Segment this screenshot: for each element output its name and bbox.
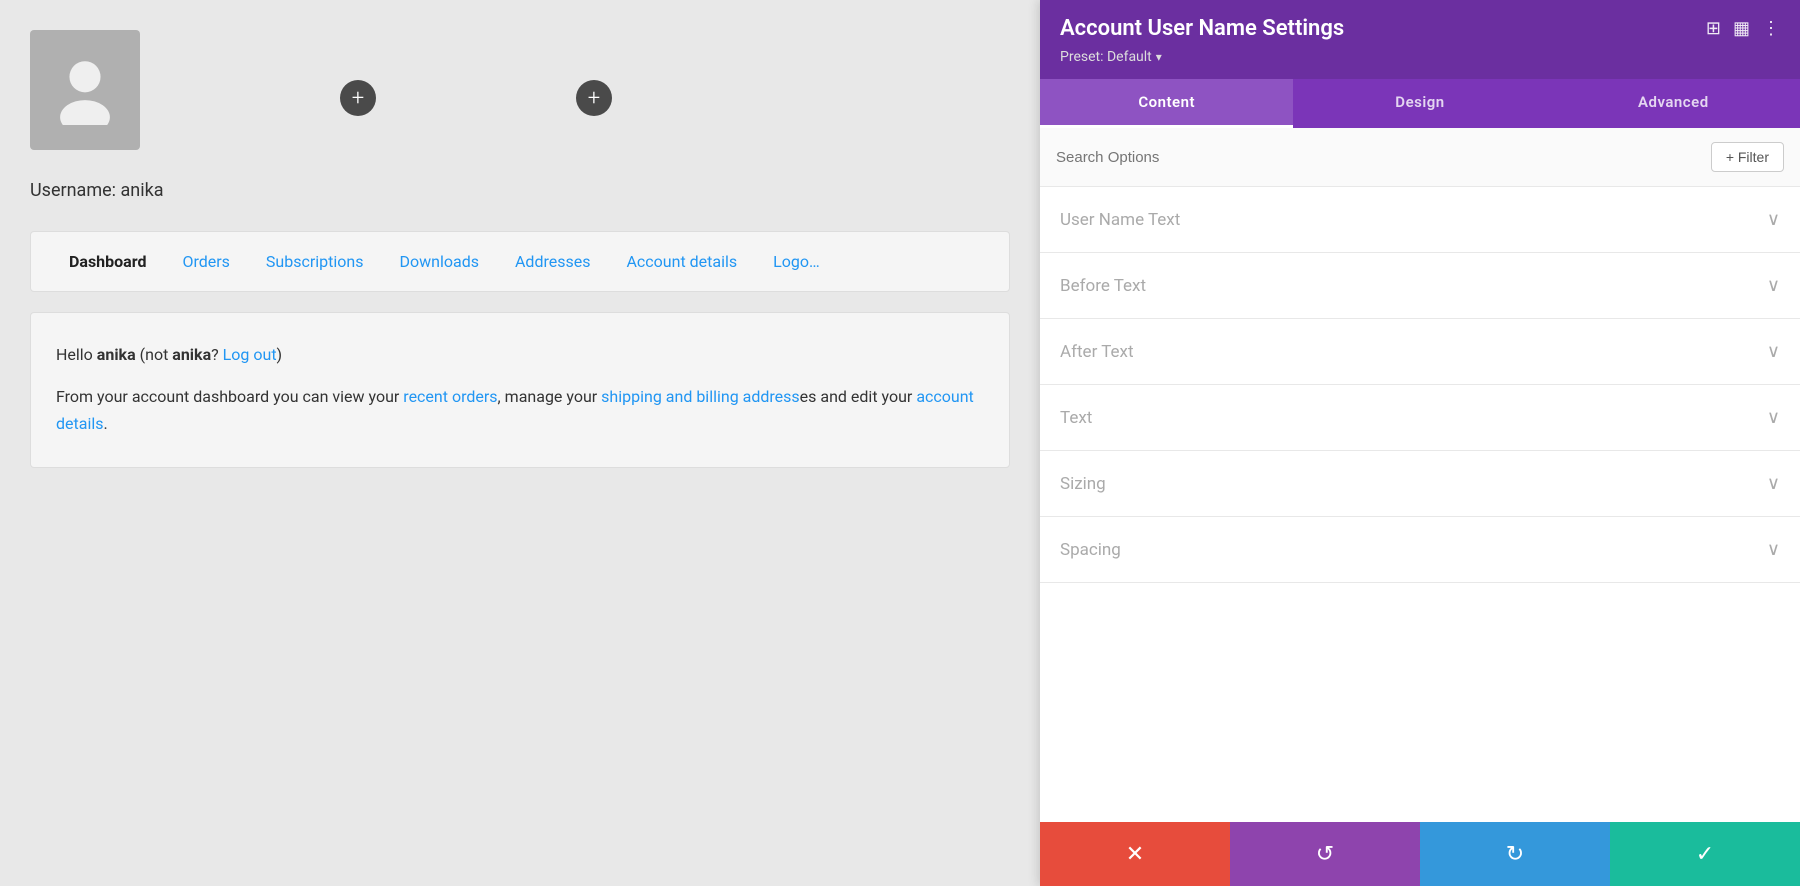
- account-nav: Dashboard Orders Subscriptions Downloads…: [30, 231, 1010, 292]
- search-input[interactable]: [1056, 149, 1256, 166]
- panel-title: Account User Name Settings: [1060, 16, 1344, 41]
- logout-link[interactable]: Log out: [223, 345, 277, 364]
- save-button[interactable]: ✓: [1610, 822, 1800, 886]
- search-bar: + Filter: [1040, 128, 1800, 187]
- tab-subscriptions[interactable]: Subscriptions: [248, 232, 382, 291]
- preset-arrow: ▾: [1156, 50, 1162, 64]
- undo-button[interactable]: ↺: [1230, 822, 1420, 886]
- username-bold-2: anika: [172, 345, 211, 364]
- chevron-user-name-text: ∨: [1767, 209, 1780, 230]
- preset-selector[interactable]: Preset: Default ▾: [1060, 49, 1780, 65]
- accordion-sizing[interactable]: Sizing ∨: [1040, 451, 1800, 517]
- chevron-before-text: ∨: [1767, 275, 1780, 296]
- accordion-label-before-text: Before Text: [1060, 276, 1146, 296]
- panel-header: Account User Name Settings ⊞ ▦ ⋮ Preset:…: [1040, 0, 1800, 79]
- chevron-spacing: ∨: [1767, 539, 1780, 560]
- accordion-label-text: Text: [1060, 408, 1092, 428]
- more-options-icon[interactable]: ⋮: [1762, 18, 1780, 39]
- accordion-after-text[interactable]: After Text ∨: [1040, 319, 1800, 385]
- username-bold-1: anika: [97, 345, 136, 364]
- accordion-user-name-text[interactable]: User Name Text ∨: [1040, 187, 1800, 253]
- filter-button[interactable]: + Filter: [1711, 142, 1784, 172]
- account-details-link[interactable]: account details: [56, 387, 974, 433]
- cancel-button[interactable]: ✕: [1040, 822, 1230, 886]
- preset-label: Preset: Default: [1060, 49, 1152, 65]
- avatar: [30, 30, 140, 150]
- tab-design[interactable]: Design: [1293, 79, 1546, 128]
- tab-orders[interactable]: Orders: [164, 232, 247, 291]
- username-label: Username: anika: [0, 170, 1040, 221]
- panel-tabs: Content Design Advanced: [1040, 79, 1800, 128]
- tab-logout[interactable]: Logo…: [755, 232, 838, 291]
- resize-icon[interactable]: ⊞: [1706, 18, 1721, 39]
- accordion-spacing[interactable]: Spacing ∨: [1040, 517, 1800, 583]
- tab-dashboard[interactable]: Dashboard: [51, 232, 164, 291]
- address-link[interactable]: shipping and billing address: [601, 387, 800, 406]
- tab-account-details[interactable]: Account details: [608, 232, 755, 291]
- accordion-list: User Name Text ∨ Before Text ∨ After Tex…: [1040, 187, 1800, 822]
- tab-content[interactable]: Content: [1040, 79, 1293, 128]
- welcome-greeting: Hello anika (not anika? Log out): [56, 343, 984, 367]
- accordion-label-after-text: After Text: [1060, 342, 1134, 362]
- welcome-box: Hello anika (not anika? Log out) From yo…: [30, 312, 1010, 468]
- add-section-button-1[interactable]: +: [340, 80, 376, 116]
- accordion-label-sizing: Sizing: [1060, 474, 1106, 494]
- add-section-button-2[interactable]: +: [576, 80, 612, 116]
- person-icon: [50, 55, 120, 125]
- chevron-sizing: ∨: [1767, 473, 1780, 494]
- accordion-text[interactable]: Text ∨: [1040, 385, 1800, 451]
- accordion-label-spacing: Spacing: [1060, 540, 1121, 560]
- panel-title-icons: ⊞ ▦ ⋮: [1706, 18, 1780, 39]
- settings-panel: Account User Name Settings ⊞ ▦ ⋮ Preset:…: [1040, 0, 1800, 886]
- tab-addresses[interactable]: Addresses: [497, 232, 609, 291]
- chevron-text: ∨: [1767, 407, 1780, 428]
- welcome-description: From your account dashboard you can view…: [56, 383, 984, 437]
- accordion-before-text[interactable]: Before Text ∨: [1040, 253, 1800, 319]
- tab-downloads[interactable]: Downloads: [382, 232, 497, 291]
- redo-button[interactable]: ↻: [1420, 822, 1610, 886]
- tab-advanced[interactable]: Advanced: [1547, 79, 1800, 128]
- chevron-after-text: ∨: [1767, 341, 1780, 362]
- accordion-label-user-name-text: User Name Text: [1060, 210, 1180, 230]
- panel-toolbar: ✕ ↺ ↻ ✓: [1040, 822, 1800, 886]
- columns-icon[interactable]: ▦: [1733, 18, 1750, 39]
- recent-orders-link[interactable]: recent orders: [403, 387, 497, 406]
